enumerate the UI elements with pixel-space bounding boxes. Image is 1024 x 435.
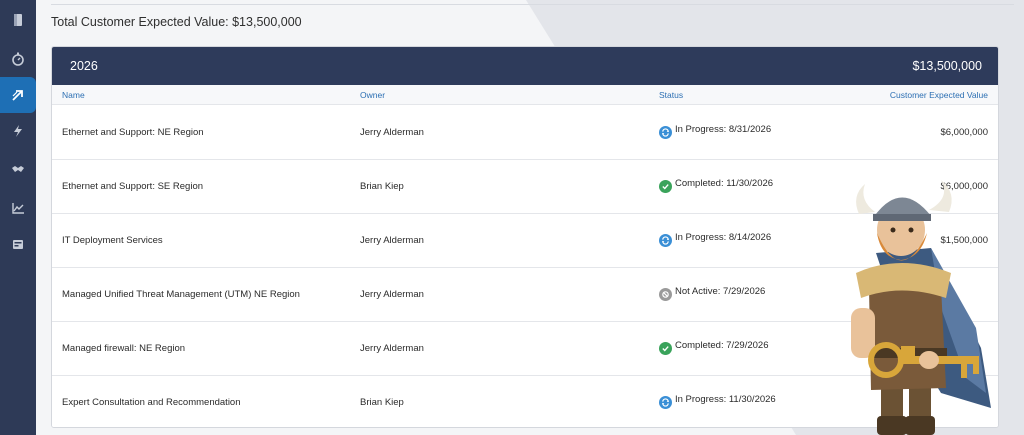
row-status: Completed: 11/30/2026 [659, 178, 773, 193]
divider [51, 4, 1014, 5]
row-status: In Progress: 8/14/2026 [659, 232, 771, 247]
sidebar [0, 0, 36, 435]
status-text: In Progress: 8/31/2026 [675, 124, 772, 135]
column-header-value[interactable]: Customer Expected Value [890, 90, 988, 100]
row-owner: Brian Kiep [360, 397, 404, 408]
column-header-owner[interactable]: Owner [360, 90, 385, 100]
sidebar-item-reports[interactable] [0, 190, 36, 226]
handshake-icon [12, 166, 24, 172]
total-expected-value: Total Customer Expected Value: $13,500,0… [51, 15, 302, 29]
table-header: Name Owner Status Customer Expected Valu… [52, 85, 998, 105]
lightning-icon [14, 125, 22, 137]
status-text: In Progress: 11/30/2026 [675, 394, 776, 405]
row-owner: Jerry Alderman [360, 127, 424, 138]
row-name[interactable]: Ethernet and Support: NE Region [62, 127, 204, 138]
status-text: Not Active: 7/29/2026 [675, 286, 766, 297]
in-progress-icon [659, 234, 672, 247]
row-name[interactable]: IT Deployment Services [62, 235, 163, 246]
group-year: 2026 [70, 59, 98, 73]
status-text: Completed: 7/29/2026 [675, 340, 769, 351]
row-owner: Jerry Alderman [360, 343, 424, 354]
main-content: Total Customer Expected Value: $13,500,0… [36, 0, 1024, 435]
sidebar-item-deals[interactable] [0, 151, 36, 187]
group-total-value: $13,500,000 [912, 59, 982, 73]
status-text: Completed: 11/30/2026 [675, 178, 774, 189]
sidebar-item-timer[interactable] [0, 41, 36, 77]
arrow-up-right-icon [12, 90, 23, 101]
group-header[interactable]: 2026 $13,500,000 [52, 47, 998, 85]
row-owner: Jerry Alderman [360, 235, 424, 246]
chart-icon [12, 203, 24, 214]
sidebar-item-billing[interactable] [0, 226, 36, 262]
row-status: In Progress: 11/30/2026 [659, 394, 776, 409]
sidebar-item-documents[interactable] [0, 2, 36, 38]
row-owner: Jerry Alderman [360, 289, 424, 300]
card-icon [13, 240, 23, 249]
sidebar-item-actions[interactable] [0, 113, 36, 149]
not-active-icon [659, 288, 672, 301]
in-progress-icon [659, 126, 672, 139]
column-header-name[interactable]: Name [62, 90, 85, 100]
in-progress-icon [659, 396, 672, 409]
table-row[interactable]: Ethernet and Support: NE Region Jerry Al… [52, 106, 998, 160]
status-text: In Progress: 8/14/2026 [675, 232, 772, 243]
column-header-status[interactable]: Status [659, 90, 683, 100]
completed-check-icon [659, 342, 672, 355]
stopwatch-icon [12, 52, 24, 66]
row-status: In Progress: 8/31/2026 [659, 124, 771, 139]
row-status: Completed: 7/29/2026 [659, 340, 768, 355]
sidebar-item-opportunities[interactable] [0, 77, 36, 113]
row-name[interactable]: Expert Consultation and Recommendation [62, 397, 241, 408]
row-name[interactable]: Managed firewall: NE Region [62, 343, 185, 354]
row-owner: Brian Kiep [360, 181, 404, 192]
row-status: Not Active: 7/29/2026 [659, 286, 765, 301]
row-name[interactable]: Ethernet and Support: SE Region [62, 181, 203, 192]
row-name[interactable]: Managed Unified Threat Management (UTM) … [62, 289, 300, 300]
row-value: $6,000,000 [940, 127, 988, 138]
completed-check-icon [659, 180, 672, 193]
viking-mascot-illustration [851, 180, 991, 435]
document-icon [14, 14, 22, 26]
